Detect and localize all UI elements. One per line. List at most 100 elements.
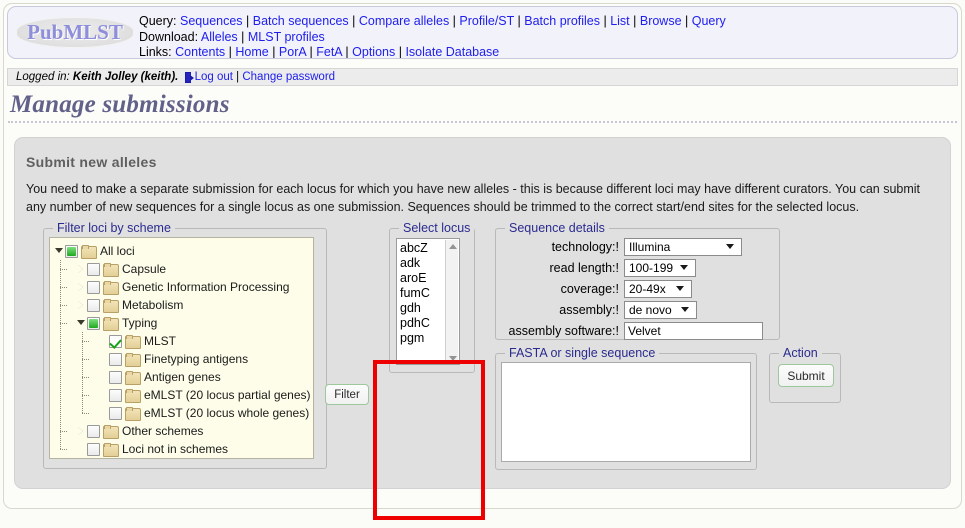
header-nav-separator: | (514, 14, 525, 28)
sequence-detail-select[interactable]: 20-49x (624, 279, 692, 298)
select-value: 100-199 (629, 260, 674, 275)
chevron-right-icon[interactable] (77, 426, 86, 436)
tree-checkbox-partial[interactable] (87, 316, 100, 330)
change-password-link[interactable]: Change password (242, 71, 335, 83)
tree-connector (82, 377, 89, 378)
tree-checkbox-checked[interactable] (109, 334, 122, 348)
sequence-detail-select[interactable]: de novo (624, 300, 697, 319)
tree-connector (60, 287, 67, 288)
chevron-right-icon[interactable] (77, 282, 86, 292)
select-value: de novo (629, 302, 672, 317)
sequence-detail-row: assembly software:! Velvet (496, 320, 781, 341)
tree-connector (82, 395, 89, 396)
page-title: Manage submissions (10, 91, 230, 118)
sequence-detail-label: assembly software:! (508, 323, 619, 338)
header-nav-link[interactable]: Sequences (180, 14, 243, 28)
tree-node[interactable]: Capsule (77, 260, 166, 278)
sequence-detail-select[interactable]: 100-199 (624, 258, 696, 277)
tree-node[interactable]: Genetic Information Processing (77, 278, 289, 296)
tree-node[interactable]: MLST (99, 332, 176, 350)
scroll-up-icon[interactable] (446, 240, 459, 253)
folder-icon (103, 316, 119, 331)
tree-checkbox-partial[interactable] (65, 244, 78, 258)
tree-node-label: Loci not in schemes (122, 442, 229, 456)
tree-node[interactable]: eMLST (20 locus partial genes) (99, 386, 311, 404)
header-nav-label: Download: (139, 29, 201, 44)
tree-node-label: Capsule (122, 262, 167, 276)
tree-checkbox-unchecked[interactable] (87, 298, 100, 312)
header-nav-link[interactable]: FetA (316, 45, 342, 58)
tree-checkbox-unchecked[interactable] (109, 352, 122, 366)
header-nav-separator: | (268, 45, 279, 59)
tree-node[interactable]: Antigen genes (99, 368, 221, 386)
header-nav-row: Links: Contents | Home | PorA | FetA | O… (139, 45, 726, 59)
sequence-detail-row: assembly:! de novo (496, 299, 781, 320)
tree-node[interactable]: Loci not in schemes (77, 440, 228, 458)
logged-in-user: Keith Jolley (keith). (72, 71, 179, 83)
tree-checkbox-unchecked[interactable] (87, 442, 100, 456)
header-nav-link[interactable]: List (610, 14, 629, 28)
chevron-down-icon (681, 307, 689, 312)
tree-connector (82, 341, 89, 342)
filter-button[interactable]: Filter (325, 384, 369, 405)
tree-branch-line (82, 332, 83, 413)
header-nav-link[interactable]: Profile/ST (459, 14, 514, 28)
tree-node-label: Genetic Information Processing (122, 280, 290, 294)
tree-node-label: MLST (144, 334, 177, 348)
tree-checkbox-unchecked[interactable] (109, 388, 122, 402)
submission-content-box: Submit new alleles You need to make a se… (14, 137, 951, 520)
tree-node[interactable]: Other schemes (77, 422, 203, 440)
tree-node[interactable]: eMLST (20 locus whole genes) (99, 404, 309, 422)
chevron-down-icon (680, 265, 688, 270)
tree-node[interactable]: Finetyping antigens (99, 350, 248, 368)
header-nav-link[interactable]: MLST profiles (248, 30, 325, 44)
tree-checkbox-unchecked[interactable] (87, 280, 100, 294)
tree-node[interactable]: All loci (55, 242, 135, 260)
header-nav-link[interactable]: Isolate Database (405, 45, 499, 58)
chevron-down-icon[interactable] (77, 319, 86, 328)
locus-scrollbar[interactable] (445, 240, 459, 364)
header-nav-link[interactable]: Options (352, 45, 395, 58)
sequence-detail-row: technology:! Illumina (496, 236, 781, 257)
sequence-detail-select[interactable]: Illumina (624, 237, 742, 256)
header-nav-link[interactable]: Home (235, 45, 268, 58)
folder-icon (125, 334, 141, 349)
tree-checkbox-unchecked[interactable] (109, 370, 122, 384)
pubmlst-logo[interactable]: PubMLST (16, 15, 134, 51)
sequence-detail-text-input[interactable]: Velvet (624, 321, 763, 340)
logout-link[interactable]: Log out (195, 71, 233, 83)
folder-icon (103, 298, 119, 313)
header-nav-link[interactable]: Browse (640, 14, 682, 28)
header-nav-link[interactable]: PorA (279, 45, 306, 58)
header-nav-link[interactable]: Alleles (201, 30, 238, 44)
header-nav-link[interactable]: Query (692, 14, 726, 28)
loginbar-separator: | (236, 71, 240, 83)
tree-checkbox-unchecked[interactable] (87, 424, 100, 438)
fasta-textarea[interactable] (501, 362, 751, 462)
header-nav-link[interactable]: Compare alleles (359, 14, 449, 28)
scroll-down-icon[interactable] (446, 352, 459, 364)
tree-node[interactable]: Typing (77, 314, 157, 332)
locus-listbox[interactable]: abcZ adk aroE fumC gdh pdhC pgm (396, 238, 460, 365)
chevron-right-icon[interactable] (77, 300, 86, 310)
tree-connector (60, 269, 67, 270)
header-nav-separator: | (395, 45, 406, 59)
fasta-legend: FASTA or single sequence (505, 346, 660, 360)
submit-button[interactable]: Submit (778, 364, 834, 387)
tree-checkbox-unchecked[interactable] (87, 262, 100, 276)
folder-icon (81, 244, 97, 259)
tree-connector (60, 449, 67, 450)
tree-checkbox-unchecked[interactable] (109, 406, 122, 420)
sequence-detail-row: coverage:! 20-49x (496, 278, 781, 299)
header-nav-separator: | (237, 29, 248, 44)
select-locus-fieldset: Select locus abcZ adk aroE fumC gdh pdhC pgm (389, 221, 475, 373)
sequence-details-fieldset: Sequence details technology:! Illumina rea… (495, 221, 781, 341)
chevron-down-icon[interactable] (55, 247, 64, 256)
scheme-tree[interactable]: All loci Capsule Genetic Information Proce… (49, 237, 314, 459)
tree-node[interactable]: Metabolism (77, 296, 183, 314)
header-nav-link[interactable]: Batch sequences (253, 14, 349, 28)
chevron-right-icon[interactable] (77, 264, 86, 274)
page-root: PubMLST Query: Sequences | Batch sequenc… (0, 0, 965, 528)
header-nav-link[interactable]: Batch profiles (524, 14, 600, 28)
header-nav-link[interactable]: Contents (175, 45, 225, 58)
